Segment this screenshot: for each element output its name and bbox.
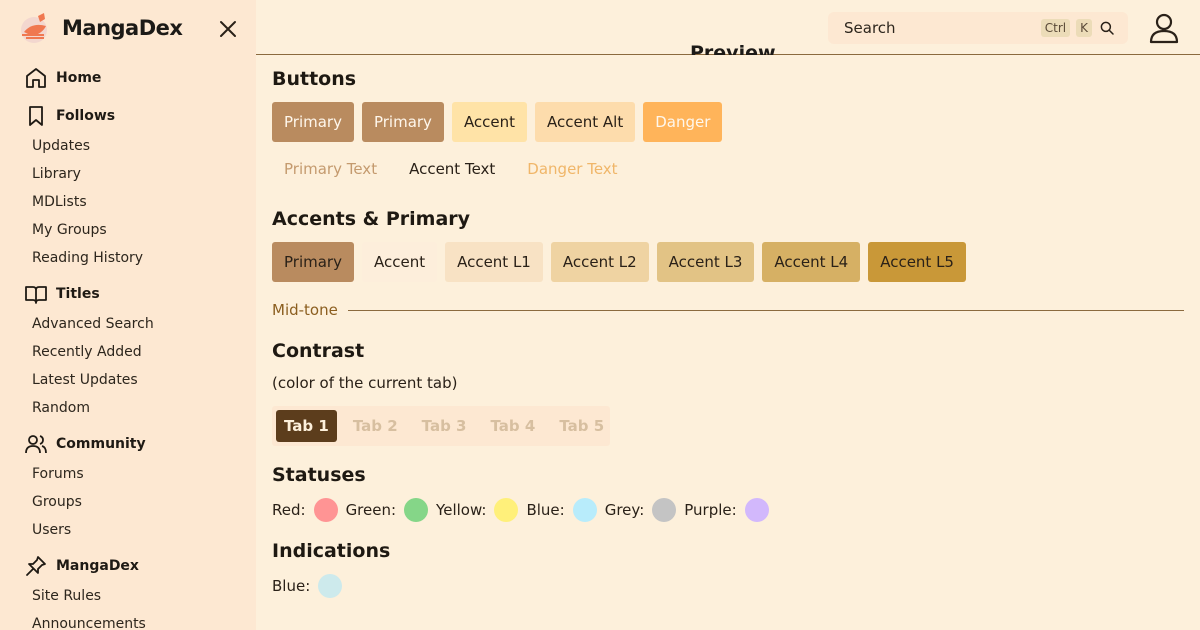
- accent-swatch-l4[interactable]: Accent L4: [762, 242, 861, 282]
- nav-section-community[interactable]: Community: [0, 428, 256, 460]
- sidebar-item-groups[interactable]: Groups: [0, 488, 256, 516]
- tab-4[interactable]: Tab 4: [478, 410, 547, 442]
- indications-heading: Indications: [272, 540, 391, 562]
- nav-section-label: Follows: [56, 108, 116, 124]
- contrast-heading: Contrast: [272, 340, 365, 362]
- search-input[interactable]: Search: [844, 19, 1041, 37]
- pin-icon: [26, 556, 46, 576]
- nav-section-label: Home: [56, 70, 102, 86]
- nav-section-label: Community: [56, 436, 146, 452]
- midtone-divider: Mid-tone: [272, 300, 1184, 320]
- status-grey-dot: [652, 498, 677, 522]
- accent-swatch-l3[interactable]: Accent L3: [656, 242, 755, 282]
- danger-button[interactable]: Danger: [643, 102, 723, 142]
- tab-3[interactable]: Tab 3: [410, 410, 479, 442]
- accent-button[interactable]: Accent: [451, 102, 528, 142]
- home-icon: [26, 68, 46, 88]
- contrast-note: (color of the current tab): [272, 374, 458, 392]
- accent-text-button[interactable]: Accent Text: [397, 149, 507, 189]
- buttons-heading: Buttons: [272, 68, 357, 90]
- tab-1[interactable]: Tab 1: [276, 410, 337, 442]
- accent-swatch-l2[interactable]: Accent L2: [550, 242, 649, 282]
- status-blue-dot: [572, 498, 597, 522]
- midtone-label: Mid-tone: [272, 301, 338, 319]
- sidebar-item-random[interactable]: Random: [0, 394, 256, 422]
- nav-section-follows[interactable]: Follows: [0, 100, 256, 132]
- status-green-dot: [404, 498, 429, 522]
- sidebar-item-updates[interactable]: Updates: [0, 132, 256, 160]
- status-label: Grey:: [604, 501, 645, 519]
- status-label: Yellow:: [436, 501, 487, 519]
- status-red-dot: [313, 498, 338, 522]
- sidebar-item-forums[interactable]: Forums: [0, 460, 256, 488]
- status-label: Red:: [272, 501, 306, 519]
- shortcut-ctrl-key: Ctrl: [1040, 19, 1071, 37]
- status-label: Purple:: [684, 501, 737, 519]
- search-icon[interactable]: [1098, 19, 1116, 37]
- sidebar-item-users[interactable]: Users: [0, 516, 256, 544]
- indications-row: Blue:: [272, 574, 350, 598]
- sidebar-item-latest-updates[interactable]: Latest Updates: [0, 366, 256, 394]
- accent-swatch-accent[interactable]: Accent: [361, 242, 438, 282]
- sidebar-item-my-groups[interactable]: My Groups: [0, 216, 256, 244]
- sidebar: MangaDex Home Follows Updates Library MD…: [0, 0, 256, 630]
- tab-5[interactable]: Tab 5: [547, 410, 616, 442]
- status-yellow-dot: [494, 498, 519, 522]
- status-label: Blue:: [526, 501, 565, 519]
- sidebar-item-advanced-search[interactable]: Advanced Search: [0, 310, 256, 338]
- sidebar-item-site-rules[interactable]: Site Rules: [0, 582, 256, 610]
- tab-2[interactable]: Tab 2: [341, 410, 410, 442]
- book-open-icon: [25, 286, 47, 304]
- nav-section-mangadex[interactable]: MangaDex: [0, 550, 256, 582]
- tab-bar: Tab 1 Tab 2 Tab 3 Tab 4 Tab 5: [272, 406, 610, 446]
- primary-button[interactable]: Primary: [361, 102, 444, 142]
- sidebar-item-announcements[interactable]: Announcements: [0, 610, 256, 630]
- sidebar-item-reading-history[interactable]: Reading History: [0, 244, 256, 272]
- page-title: Preview: [690, 42, 776, 55]
- accent-alt-button[interactable]: Accent Alt: [535, 102, 636, 142]
- sidebar-nav: Home Follows Updates Library MDLists My …: [0, 62, 256, 630]
- accent-swatch-l5[interactable]: Accent L5: [868, 242, 966, 282]
- status-label: Green:: [345, 501, 397, 519]
- shortcut-k-key: K: [1076, 19, 1092, 37]
- midtone-line: [347, 309, 1184, 311]
- nav-section-titles[interactable]: Titles: [0, 278, 256, 310]
- accents-heading: Accents & Primary: [272, 208, 471, 230]
- buttons-row: Primary Primary Accent Accent Alt Danger: [272, 102, 723, 142]
- text-buttons-row: Primary Text Accent Text Danger Text: [272, 149, 630, 189]
- primary-button[interactable]: Primary: [272, 102, 354, 142]
- brand-name: MangaDex: [62, 16, 183, 40]
- sidebar-item-recently-added[interactable]: Recently Added: [0, 338, 256, 366]
- accents-row: Primary Accent Accent L1 Accent L2 Accen…: [272, 242, 966, 282]
- statuses-heading: Statuses: [272, 464, 366, 486]
- danger-text-button[interactable]: Danger Text: [515, 149, 629, 189]
- indication-blue-dot: [318, 574, 343, 598]
- primary-text-button[interactable]: Primary Text: [272, 149, 389, 189]
- search-bar[interactable]: Search Ctrl K: [828, 12, 1128, 44]
- close-sidebar-icon[interactable]: [216, 17, 240, 41]
- mangadex-logo-icon: [21, 13, 47, 43]
- accent-swatch-l1[interactable]: Accent L1: [445, 242, 543, 282]
- sidebar-item-library[interactable]: Library: [0, 160, 256, 188]
- bookmark-icon: [29, 106, 43, 126]
- sidebar-item-mdlists[interactable]: MDLists: [0, 188, 256, 216]
- accent-swatch-primary[interactable]: Primary: [272, 242, 354, 282]
- indication-label: Blue:: [272, 577, 311, 595]
- nav-section-label: Titles: [56, 286, 100, 302]
- statuses-row: Red: Green: Yellow: Blue: Grey: Purple:: [272, 498, 777, 522]
- status-purple-dot: [744, 498, 769, 522]
- nav-section-home[interactable]: Home: [0, 62, 256, 94]
- nav-section-label: MangaDex: [56, 558, 139, 574]
- brand[interactable]: MangaDex: [18, 10, 183, 46]
- top-bar: Search Ctrl K Preview: [256, 0, 1200, 55]
- users-icon: [25, 435, 47, 454]
- user-avatar-icon[interactable]: [1146, 10, 1182, 46]
